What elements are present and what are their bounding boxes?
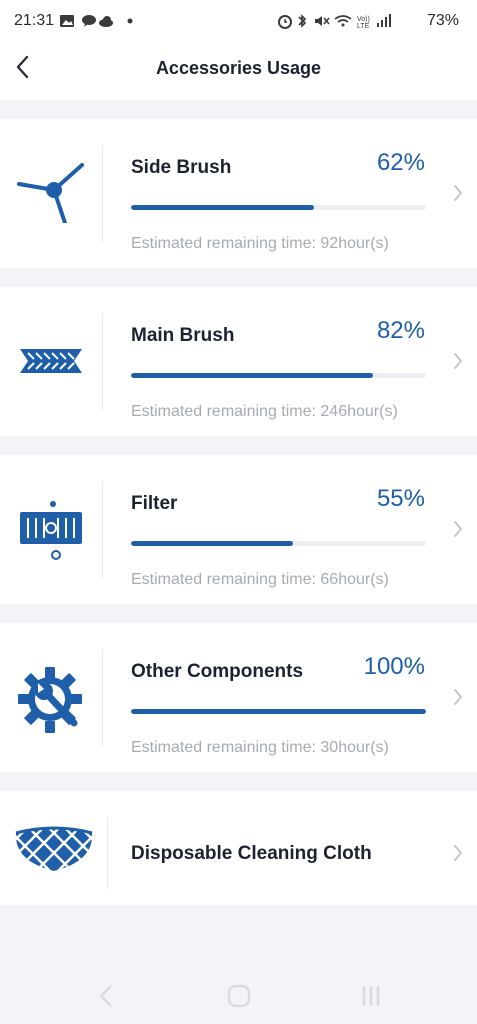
chevron-right-icon xyxy=(454,689,462,705)
accessory-name: Main Brush xyxy=(131,325,235,346)
status-system-icons: Vo))LTE xyxy=(278,14,391,29)
filter-icon xyxy=(20,501,82,560)
card-divider xyxy=(107,817,108,889)
bluetooth-icon xyxy=(298,14,307,28)
progress-bar xyxy=(131,205,426,210)
chevron-right-icon xyxy=(454,185,462,201)
progress-bar xyxy=(131,373,426,378)
card-divider xyxy=(102,313,103,410)
accessory-card-side-brush[interactable]: Side Brush 62% Estimated remaining time:… xyxy=(0,119,477,268)
accessory-card-other-components[interactable]: Other Components 100% Estimated remainin… xyxy=(0,623,477,772)
card-divider xyxy=(102,145,103,242)
progress-fill xyxy=(131,373,373,378)
chat-icon xyxy=(82,15,96,27)
card-divider xyxy=(102,649,103,746)
chevron-right-icon xyxy=(454,353,462,369)
nav-back-icon[interactable] xyxy=(92,982,122,1010)
page-title: Accessories Usage xyxy=(155,58,322,78)
progress-fill xyxy=(131,205,314,210)
nav-recents-icon[interactable] xyxy=(356,982,386,1010)
accessory-name: Disposable Cleaning Cloth xyxy=(131,843,372,864)
status-time: 21:31 xyxy=(14,12,55,29)
accessory-card-cleaning-cloth[interactable]: Disposable Cleaning Cloth xyxy=(0,791,477,905)
accessory-name: Side Brush xyxy=(131,157,232,178)
wifi-icon xyxy=(334,15,352,27)
svg-text:Vo)): Vo)) xyxy=(357,16,370,23)
system-nav-bar xyxy=(0,966,477,1024)
chevron-right-icon xyxy=(454,845,462,861)
accessory-name: Filter xyxy=(131,493,178,514)
status-bar: 21:31 Vo)) LTE 73% xyxy=(0,0,477,40)
gear-wrench-icon xyxy=(18,667,82,733)
accessory-percent: 100% xyxy=(363,653,425,680)
status-notification-icons xyxy=(60,15,133,27)
volte-icon: Vo))LTE xyxy=(357,16,370,29)
remaining-time: Estimated remaining time: 66hour(s) xyxy=(131,571,389,588)
accessory-percent: 55% xyxy=(376,485,425,512)
remaining-time: Estimated remaining time: 246hour(s) xyxy=(131,403,398,420)
progress-bar xyxy=(131,541,426,546)
cleaning-cloth-icon xyxy=(15,826,93,871)
cloud-icon xyxy=(99,16,113,27)
accessory-percent: 62% xyxy=(376,149,425,176)
side-brush-icon xyxy=(17,163,84,223)
progress-fill xyxy=(131,541,294,546)
remaining-time: Estimated remaining time: 30hour(s) xyxy=(131,739,389,756)
accessory-name: Other Components xyxy=(131,661,304,682)
progress-fill xyxy=(131,709,426,714)
accessory-percent: 82% xyxy=(376,317,425,344)
remaining-time: Estimated remaining time: 92hour(s) xyxy=(131,235,389,252)
progress-bar xyxy=(131,709,426,714)
gallery-icon xyxy=(60,15,74,27)
app-header: Accessories Usage xyxy=(0,40,477,100)
card-divider xyxy=(102,481,103,578)
chevron-right-icon xyxy=(454,521,462,537)
dot-icon xyxy=(127,18,133,24)
nav-home-icon[interactable] xyxy=(224,982,254,1010)
main-brush-icon xyxy=(20,349,82,373)
mute-icon xyxy=(315,16,330,26)
accessory-card-main-brush[interactable]: Main Brush 82% Estimated remaining time:… xyxy=(0,287,477,436)
alarm-icon xyxy=(278,15,292,29)
svg-text:LTE: LTE xyxy=(357,23,370,29)
battery-level: 73% xyxy=(426,12,459,29)
accessory-card-filter[interactable]: Filter 55% Estimated remaining time: 66h… xyxy=(0,455,477,604)
signal-icon xyxy=(377,14,391,27)
